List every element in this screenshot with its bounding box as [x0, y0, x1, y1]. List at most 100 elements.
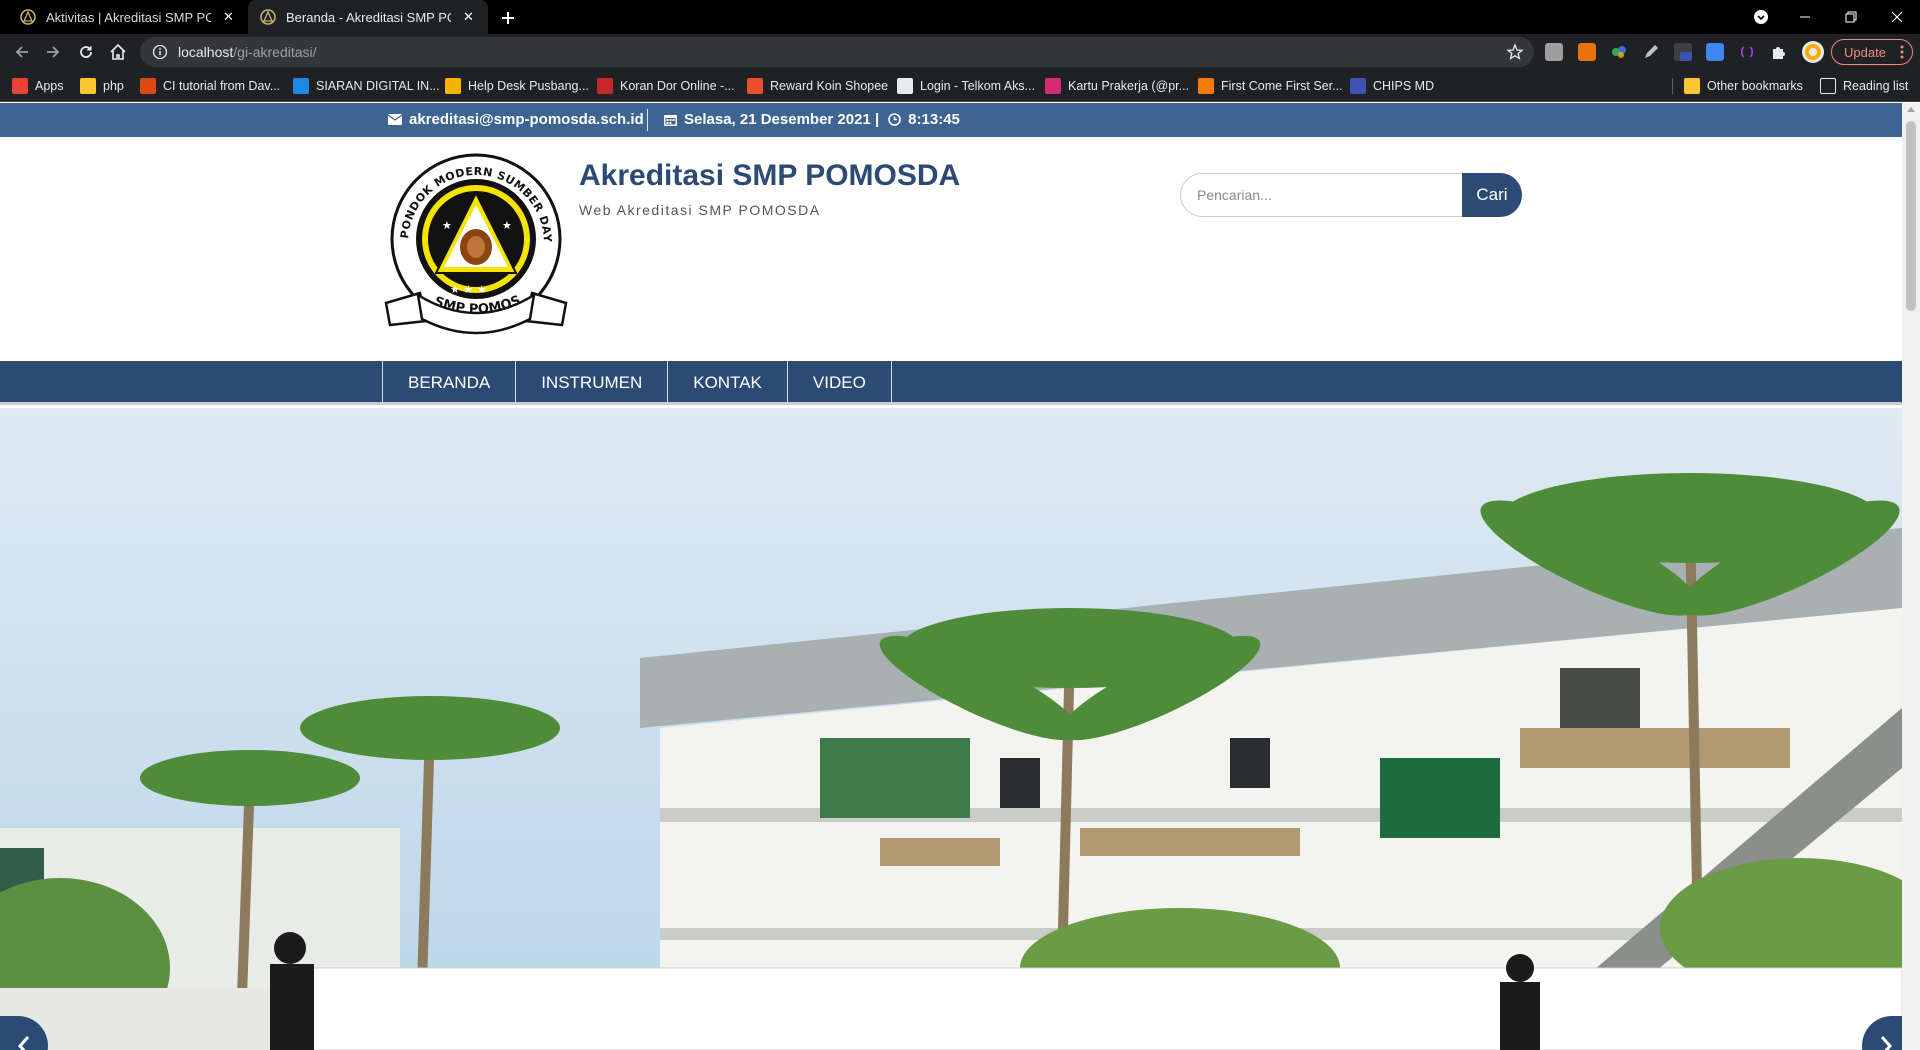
- update-button[interactable]: Update: [1831, 39, 1913, 65]
- bookmark-item[interactable]: Koran Dor Online -...: [597, 77, 735, 95]
- other-bookmarks[interactable]: Other bookmarks: [1684, 77, 1803, 95]
- instagram-icon: [1045, 78, 1061, 94]
- time-text: 8:13:45: [908, 111, 960, 128]
- bookmarks-divider: [1672, 78, 1673, 94]
- browser-tab-beranda[interactable]: Beranda - Akreditasi SMP POMOSDA ✕: [248, 0, 488, 34]
- email-text: akreditasi@smp-pomosda.sch.id: [409, 111, 644, 128]
- site-favicon-icon: [20, 9, 36, 25]
- nav-item-kontak[interactable]: KONTAK: [668, 361, 788, 405]
- bookmark-item[interactable]: Kartu Prakerja (@pr...: [1045, 77, 1189, 95]
- extensions-puzzle-icon[interactable]: [1770, 43, 1788, 61]
- site-title[interactable]: Akreditasi SMP POMOSDA: [579, 159, 960, 193]
- broadcast-icon: [293, 78, 309, 94]
- notion-icon: [1350, 78, 1366, 94]
- profile-avatar-icon[interactable]: [1802, 41, 1824, 63]
- nav-item-video[interactable]: VIDEO: [788, 361, 892, 405]
- update-label: Update: [1844, 44, 1886, 60]
- bookmark-label: Help Desk Pusbang...: [468, 79, 589, 93]
- search-input[interactable]: [1180, 173, 1464, 217]
- date-text: Selasa, 21 Desember 2021 |: [684, 111, 880, 128]
- hero-slide-image: [0, 408, 1902, 1050]
- close-tab-icon[interactable]: ✕: [461, 9, 476, 25]
- close-window-icon[interactable]: [1874, 0, 1920, 34]
- tab-title: Aktivitas | Akreditasi SMP POMOSDA: [46, 9, 211, 25]
- tab-title: Beranda - Akreditasi SMP POMOSDA: [286, 9, 451, 25]
- reload-icon[interactable]: [74, 40, 98, 64]
- extension-color-icon[interactable]: [1610, 43, 1628, 61]
- url-path: /gi-akreditasi/: [233, 44, 317, 60]
- scroll-up-arrow-icon[interactable]: [1907, 107, 1915, 112]
- restore-window-icon[interactable]: [1828, 0, 1874, 34]
- reading-list-icon: [1820, 78, 1836, 94]
- nav-list: BERANDA INSTRUMEN KONTAK VIDEO: [382, 361, 892, 405]
- nav-item-instrumen[interactable]: INSTRUMEN: [516, 361, 669, 405]
- bookmark-label: CI tutorial from Dav...: [163, 79, 281, 93]
- new-tab-plus-icon[interactable]: [496, 6, 520, 30]
- bookmark-star-icon[interactable]: [1506, 43, 1524, 61]
- site-favicon-icon: [260, 9, 276, 25]
- bookmark-item[interactable]: php: [80, 77, 124, 95]
- extension-brackets-icon[interactable]: [1738, 43, 1756, 61]
- bookmark-label: First Come First Ser...: [1221, 79, 1343, 93]
- back-arrow-icon[interactable]: [10, 40, 34, 64]
- reading-list-label: Reading list: [1843, 79, 1909, 93]
- folder-icon: [1684, 78, 1700, 94]
- google-translate-icon[interactable]: [1706, 43, 1724, 61]
- contact-topbar: akreditasi@smp-pomosda.sch.id Selasa, 21…: [0, 103, 1902, 137]
- extension-badge-icon[interactable]: [1674, 43, 1692, 61]
- bookmark-label: Koran Dor Online -...: [620, 79, 735, 93]
- scrollbar-thumb[interactable]: [1906, 121, 1916, 311]
- home-icon[interactable]: [106, 40, 130, 64]
- bookmark-item[interactable]: First Come First Ser...: [1198, 77, 1343, 95]
- telkom-icon: [897, 78, 913, 94]
- site-subtitle: Web Akreditasi SMP POMOSDA: [579, 202, 821, 218]
- tab-search-icon[interactable]: [1738, 0, 1784, 34]
- minimize-icon[interactable]: [1782, 0, 1828, 34]
- contact-email[interactable]: akreditasi@smp-pomosda.sch.id: [388, 111, 644, 128]
- svg-text:★ ★ ★: ★ ★ ★: [450, 283, 487, 296]
- site-info-icon[interactable]: [152, 44, 168, 60]
- bookmark-item[interactable]: Reward Koin Shopee: [747, 77, 888, 95]
- menu-dots-icon[interactable]: [1900, 45, 1904, 59]
- search-button[interactable]: Cari: [1462, 173, 1522, 217]
- current-date: Selasa, 21 Desember 2021 | 8:13:45: [664, 111, 960, 128]
- bookmark-item[interactable]: SIARAN DIGITAL IN...: [293, 77, 440, 95]
- bookmark-label: Login - Telkom Aks...: [920, 79, 1036, 93]
- helpdesk-icon: [445, 78, 461, 94]
- url-host: localhost: [178, 44, 234, 60]
- bookmark-item[interactable]: CHIPS MD: [1350, 77, 1434, 95]
- svg-text:★: ★: [502, 219, 512, 232]
- svg-text:★: ★: [442, 219, 452, 232]
- bookmark-label: php: [103, 79, 124, 93]
- bookmark-label: CHIPS MD: [1373, 79, 1435, 93]
- nav-item-beranda[interactable]: BERANDA: [383, 361, 517, 405]
- school-logo[interactable]: ★ ★ ★ ★ ★ PONDOK MODERN SUMBER DAYA AT-T…: [374, 142, 572, 335]
- extension-coupon-icon[interactable]: [1578, 43, 1596, 61]
- browser-tab-strip: Aktivitas | Akreditasi SMP POMOSDA ✕ Ber…: [0, 0, 1920, 34]
- hero-carousel: [0, 408, 1902, 1050]
- bookmark-item[interactable]: Help Desk Pusbang...: [445, 77, 589, 95]
- extension-pen-icon[interactable]: [1642, 43, 1660, 61]
- browser-toolbar: localhost/gi-akreditasi/ Update: [0, 34, 1920, 70]
- site-header: ★ ★ ★ ★ ★ PONDOK MODERN SUMBER DAYA AT-T…: [0, 137, 1902, 361]
- calendar-icon: [664, 113, 677, 126]
- close-tab-icon[interactable]: ✕: [221, 9, 236, 25]
- main-navigation: BERANDA INSTRUMEN KONTAK VIDEO: [0, 361, 1902, 405]
- url-text: localhost/gi-akreditasi/: [178, 44, 317, 60]
- newspaper-icon: [597, 78, 613, 94]
- page-scrollbar[interactable]: [1902, 103, 1920, 1050]
- bookmark-item[interactable]: Login - Telkom Aks...: [897, 77, 1035, 95]
- address-bar[interactable]: localhost/gi-akreditasi/: [140, 37, 1534, 67]
- bookmark-label: Kartu Prakerja (@pr...: [1068, 79, 1190, 93]
- extension-photo-icon[interactable]: [1545, 43, 1563, 61]
- bookmark-item[interactable]: Apps: [12, 77, 64, 95]
- reading-list[interactable]: Reading list: [1820, 77, 1908, 95]
- bookmarks-bar: Apps php CI tutorial from Dav... SIARAN DIG…: [0, 70, 1920, 102]
- apps-grid-icon: [12, 78, 28, 94]
- envelope-icon: [388, 114, 402, 125]
- shopee-icon: [747, 78, 763, 94]
- forward-arrow-icon[interactable]: [41, 40, 65, 64]
- topbar-divider: [647, 109, 648, 131]
- browser-tab-aktivitas[interactable]: Aktivitas | Akreditasi SMP POMOSDA ✕: [8, 0, 248, 34]
- bookmark-item[interactable]: CI tutorial from Dav...: [140, 77, 280, 95]
